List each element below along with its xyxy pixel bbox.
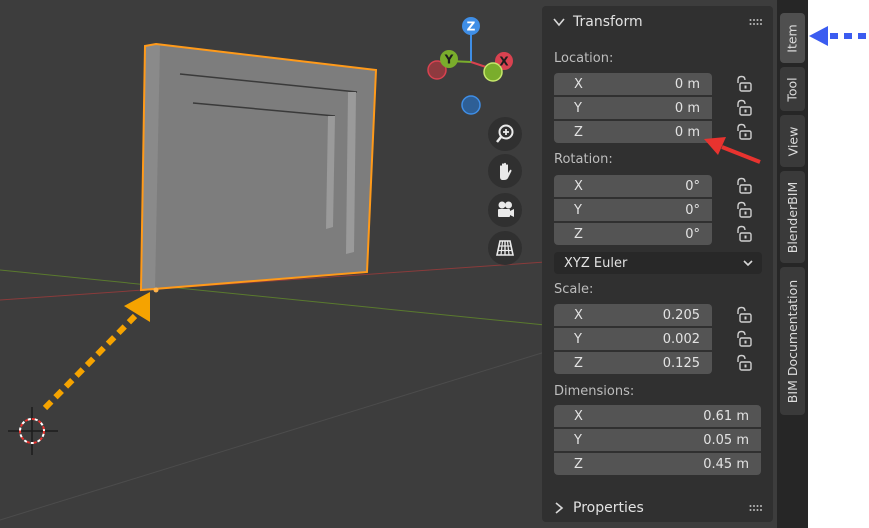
zoom-button[interactable] [488,117,522,151]
field-value: 0° [685,202,700,218]
chevron-down-icon [553,18,565,27]
axis-label: X [574,178,583,194]
axis-label: Y [574,331,582,347]
lock-icon[interactable] [733,354,753,372]
perspective-toggle-button[interactable] [488,231,522,265]
location-z-field[interactable]: Z 0 m [554,121,712,143]
field-value: 0 m [674,124,700,140]
field-value: 0 m [674,76,700,92]
field-value: 0.45 m [703,456,749,472]
axis-label: Y [574,100,582,116]
rotation-y-field[interactable]: Y 0° [554,199,712,221]
tab-bim-documentation[interactable]: BIM Documentation [780,267,805,415]
field-value: 0 m [674,100,700,116]
field-value: 0° [685,178,700,194]
field-value: 0.002 [662,331,700,347]
tab-view[interactable]: View [780,115,805,167]
gizmo-x-label: X [499,55,509,69]
camera-icon [498,201,514,217]
chevron-down-icon [743,260,753,267]
lock-icon[interactable] [733,177,753,195]
transform-panel-header[interactable]: Transform [542,7,773,37]
dimensions-z-field[interactable]: Z 0.45 m [554,453,761,475]
sidebar-tab-strip: Item Tool View BlenderBIM BIM Documentat… [777,0,808,528]
chevron-right-icon [555,502,564,514]
orange-annotation-arrow [42,292,150,411]
field-value: 0.125 [662,355,700,371]
red-annotation-arrow-overlay [704,137,761,164]
3d-viewport[interactable]: Z Y X Transform Properties Location: Rot… [0,0,808,528]
field-value: 0.205 [662,307,700,323]
field-value: 0° [685,226,700,242]
rotation-mode-select[interactable]: XYZ Euler [554,252,762,274]
lock-icon[interactable] [733,225,753,243]
grid-perspective-icon [496,240,514,256]
drag-grip-icon[interactable] [749,504,763,512]
scale-x-field[interactable]: X 0.205 [554,304,712,326]
field-value: 0.61 m [703,408,749,424]
location-label: Location: [554,51,614,66]
tab-bim-documentation-label: BIM Documentation [785,279,801,403]
lock-icon[interactable] [733,99,753,117]
scale-label: Scale: [554,282,594,297]
selected-object[interactable] [139,42,378,292]
tab-item-label: Item [785,23,800,53]
rotation-z-field[interactable]: Z 0° [554,223,712,245]
axis-label: X [574,307,583,323]
outer-margin [808,0,869,528]
field-value: 0.05 m [703,432,749,448]
camera-view-button[interactable] [488,193,522,227]
tab-view-label: View [785,126,801,156]
axis-label: X [574,76,583,92]
tab-tool[interactable]: Tool [780,67,805,111]
axis-label: Z [574,226,583,242]
properties-title: Properties [573,500,644,516]
axis-label: Z [574,355,583,371]
scale-z-field[interactable]: Z 0.125 [554,352,712,374]
lock-icon[interactable] [733,201,753,219]
blue-annotation-arrow [809,26,866,46]
axis-label: Y [574,432,582,448]
rotation-label: Rotation: [554,152,613,167]
floor-line [0,351,546,521]
rotation-mode-value: XYZ Euler [564,255,628,271]
gizmo-z-label: Z [467,20,476,34]
lock-icon[interactable] [733,306,753,324]
dimensions-y-field[interactable]: Y 0.05 m [554,429,761,451]
location-x-field[interactable]: X 0 m [554,73,712,95]
axis-label: X [574,408,583,424]
properties-panel-header[interactable]: Properties [542,493,773,523]
tab-tool-label: Tool [785,76,800,102]
zoom-icon [496,124,514,143]
navigation-gizmo[interactable]: Z Y X [427,17,513,115]
hand-pan-icon [500,162,512,180]
axis-label: Z [574,456,583,472]
rotation-x-field[interactable]: X 0° [554,175,712,197]
3d-cursor[interactable] [8,407,58,455]
lock-icon[interactable] [733,330,753,348]
dimensions-label: Dimensions: [554,384,635,399]
lock-icon[interactable] [733,75,753,93]
axis-label: Z [574,124,583,140]
tab-blenderbim-label: BlenderBIM [785,181,801,253]
scale-y-field[interactable]: Y 0.002 [554,328,712,350]
drag-grip-icon[interactable] [749,18,763,26]
gizmo-y-label: Y [444,53,454,67]
tab-item[interactable]: Item [780,13,805,63]
axis-label: Y [574,202,582,218]
location-y-field[interactable]: Y 0 m [554,97,712,119]
pan-button[interactable] [488,154,522,188]
dimensions-x-field[interactable]: X 0.61 m [554,405,761,427]
tab-blenderbim[interactable]: BlenderBIM [780,171,805,263]
transform-title: Transform [573,14,643,30]
object-origin [153,287,159,293]
